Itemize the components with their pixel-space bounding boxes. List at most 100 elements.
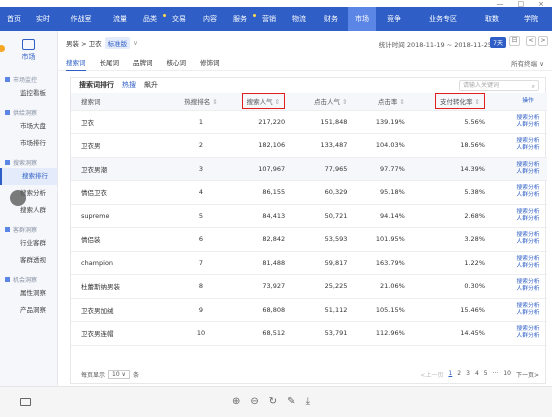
column-header-click_rate[interactable]: 点击率 ⇕ bbox=[371, 93, 429, 111]
search-icon[interactable]: ⌕ bbox=[532, 82, 535, 91]
topnav-item-9[interactable]: 物流 bbox=[284, 7, 314, 31]
sidebar-item-2-1[interactable]: 搜索分析 bbox=[0, 185, 57, 202]
sort-icon[interactable]: ⇕ bbox=[342, 98, 347, 106]
sort-icon[interactable]: ⇕ bbox=[275, 98, 280, 106]
sort-icon[interactable]: ⇕ bbox=[212, 98, 217, 106]
topnav-item-2[interactable]: 作战室 bbox=[58, 7, 104, 31]
keyword-search-input[interactable]: 请输入关键词 ⌕ bbox=[459, 80, 539, 91]
calendar-icon[interactable]: 日 bbox=[509, 36, 520, 46]
crowd-analysis-link[interactable]: 人群分析 bbox=[509, 145, 547, 152]
crowd-analysis-link[interactable]: 人群分析 bbox=[509, 286, 547, 293]
sidebar-group-3[interactable]: 客群洞察 bbox=[0, 223, 57, 235]
search-analysis-link[interactable]: 搜索分析 bbox=[509, 115, 547, 122]
subtab-2[interactable]: 品牌词 bbox=[133, 55, 153, 71]
column-header-rank[interactable]: 热搜排名 ⇕ bbox=[166, 93, 236, 111]
subtab-1[interactable]: 长尾词 bbox=[100, 55, 120, 71]
search-analysis-link[interactable]: 搜索分析 bbox=[509, 162, 547, 169]
table-row[interactable]: 卫衣 1 217,220 151,848 139.19% 5.56% 搜索分析 人群分析 bbox=[71, 110, 547, 134]
crowd-analysis-link[interactable]: 人群分析 bbox=[509, 192, 547, 199]
crowd-analysis-link[interactable]: 人群分析 bbox=[509, 239, 547, 246]
topnav-item-12[interactable]: 竞争 bbox=[376, 7, 412, 31]
market-app-logo[interactable]: 市场 bbox=[0, 31, 57, 69]
page-number[interactable]: 2 bbox=[457, 370, 461, 379]
sidebar-item-0-0[interactable]: 监控看板 bbox=[0, 85, 57, 102]
edition-tag[interactable]: 标准版 bbox=[104, 37, 131, 49]
sort-icon[interactable]: ⇕ bbox=[399, 98, 404, 106]
sidebar-item-2-0[interactable]: 搜索排行 bbox=[0, 168, 57, 185]
table-row[interactable]: 情侣装 6 82,842 53,593 101.95% 3.28% 搜索分析 人群分析 bbox=[71, 227, 547, 252]
search-analysis-link[interactable]: 搜索分析 bbox=[509, 256, 547, 263]
topnav-item-6[interactable]: 内容 bbox=[194, 7, 226, 31]
page-size-select[interactable]: 10 ∨ bbox=[108, 369, 130, 379]
sort-icon[interactable]: ⇕ bbox=[475, 98, 480, 106]
table-row[interactable]: 卫衣男加绒 9 68,808 51,112 105.15% 15.46% 搜索分析 人群分析 bbox=[71, 298, 547, 322]
topnav-item-1[interactable]: 实时 bbox=[28, 7, 58, 31]
crowd-analysis-link[interactable]: 人群分析 bbox=[509, 333, 547, 340]
crowd-analysis-link[interactable]: 人群分析 bbox=[509, 310, 547, 317]
subtab-3[interactable]: 核心词 bbox=[167, 55, 187, 71]
topnav-item-10[interactable]: 财务 bbox=[314, 7, 348, 31]
page-number[interactable]: 1 bbox=[448, 370, 452, 379]
crowd-analysis-link[interactable]: 人群分析 bbox=[509, 263, 547, 270]
card-tab-0[interactable]: 热搜 bbox=[122, 80, 136, 90]
table-row[interactable]: 卫衣男 2 182,106 133,487 104.03% 18.56% 搜索分析 人群分析 bbox=[71, 133, 547, 158]
card-tab-1[interactable]: 飙升 bbox=[144, 80, 158, 90]
table-row[interactable]: supreme 5 84,413 50,721 94.14% 2.68% 搜索分析 人群分析 bbox=[71, 204, 547, 228]
sidebar-item-3-1[interactable]: 客群透视 bbox=[0, 252, 57, 269]
topnav-item-3[interactable]: 流量 bbox=[104, 7, 136, 31]
prev-page-button[interactable]: <上一页 bbox=[420, 370, 443, 379]
breadcrumb-path[interactable]: 男装 > 卫衣 bbox=[66, 38, 102, 48]
sidebar-group-2[interactable]: 搜索洞察 bbox=[0, 156, 57, 168]
next-period-icon[interactable]: > bbox=[538, 36, 548, 46]
page-number[interactable]: 4 bbox=[475, 370, 479, 379]
chevron-down-icon[interactable]: ∨ bbox=[133, 39, 138, 47]
topnav-item-15[interactable]: 学院 bbox=[510, 7, 552, 31]
cell-click_rate: 94.14% bbox=[371, 204, 429, 228]
search-analysis-link[interactable]: 搜索分析 bbox=[509, 209, 547, 216]
topnav-item-7[interactable]: 服务 bbox=[226, 7, 256, 31]
rotate-icon[interactable]: ↻ bbox=[269, 396, 277, 407]
topnav-item-0[interactable]: 首页 bbox=[0, 7, 28, 31]
crowd-analysis-link[interactable]: 人群分析 bbox=[509, 169, 547, 176]
table-row[interactable]: champion 7 81,488 59,817 163.79% 1.22% 搜索分析 人群分… bbox=[71, 251, 547, 275]
terminal-select[interactable]: 所有终端 ∨ bbox=[511, 58, 544, 68]
table-row[interactable]: 卫衣男潮 3 107,967 77,965 97.77% 14.39% 搜索分析 人群分析 bbox=[71, 157, 547, 181]
sidebar-item-4-1[interactable]: 产品洞察 bbox=[0, 302, 57, 319]
download-icon[interactable]: ⤓ bbox=[306, 396, 310, 407]
zoom-in-icon[interactable]: ⊕ bbox=[232, 396, 240, 407]
prev-period-icon[interactable]: < bbox=[526, 36, 536, 46]
table-row[interactable]: 卫衣男连帽 10 68,512 53,791 112.96% 14.45% 搜索分析 人群分析 bbox=[71, 321, 547, 346]
column-header-popularity[interactable]: 搜索人气 ⇕ bbox=[236, 93, 310, 111]
column-header-clicks[interactable]: 点击人气 ⇕ bbox=[309, 93, 372, 111]
topnav-item-11[interactable]: 市场 bbox=[348, 7, 376, 31]
search-analysis-link[interactable]: 搜索分析 bbox=[509, 303, 547, 310]
sidebar-item-3-0[interactable]: 行业客群 bbox=[0, 235, 57, 252]
topnav-item-13[interactable]: 业务专区 bbox=[412, 7, 474, 31]
sidebar-item-2-2[interactable]: 搜索人群 bbox=[0, 202, 57, 219]
next-page-button[interactable]: 下一页> bbox=[516, 370, 539, 379]
crowd-analysis-link[interactable]: 人群分析 bbox=[509, 216, 547, 223]
column-header-conversion[interactable]: 支付转化率 ⇕ bbox=[428, 93, 509, 111]
table-row[interactable]: 情侣卫衣 4 86,155 60,329 95.18% 5.38% 搜索分析 人群分析 bbox=[71, 180, 547, 205]
sidebar-group-0[interactable]: 市场监控 bbox=[0, 73, 57, 85]
table-row[interactable]: 杜蕾斯纳男装 8 73,927 25,225 21.06% 0.30% 搜索分析 人群分析 bbox=[71, 274, 547, 299]
topnav-item-5[interactable]: 交易 bbox=[164, 7, 194, 31]
crowd-analysis-link[interactable]: 人群分析 bbox=[509, 122, 547, 129]
tray-icon[interactable] bbox=[20, 398, 31, 406]
topnav-item-14[interactable]: 取数 bbox=[474, 7, 510, 31]
sidebar-group-1[interactable]: 供给洞察 bbox=[0, 106, 57, 118]
sidebar-item-1-0[interactable]: 市场大盘 bbox=[0, 118, 57, 135]
sidebar-group-4[interactable]: 机会洞察 bbox=[0, 273, 57, 285]
page-number[interactable]: 5 bbox=[484, 370, 488, 379]
subtab-4[interactable]: 修饰词 bbox=[200, 55, 220, 71]
zoom-out-icon[interactable]: ⊖ bbox=[250, 396, 258, 407]
edit-icon[interactable]: ✎ bbox=[287, 396, 295, 407]
page-number-last[interactable]: 10 bbox=[503, 370, 511, 379]
range-7day-button[interactable]: 7天 bbox=[490, 37, 506, 48]
topnav-item-4[interactable]: 品类 bbox=[136, 7, 166, 31]
subtab-0[interactable]: 搜索词 bbox=[66, 55, 86, 71]
page-number[interactable]: 3 bbox=[466, 370, 470, 379]
sidebar-item-1-1[interactable]: 市场排行 bbox=[0, 135, 57, 152]
sidebar-item-4-0[interactable]: 属性洞察 bbox=[0, 285, 57, 302]
topnav-item-8[interactable]: 营销 bbox=[254, 7, 284, 31]
